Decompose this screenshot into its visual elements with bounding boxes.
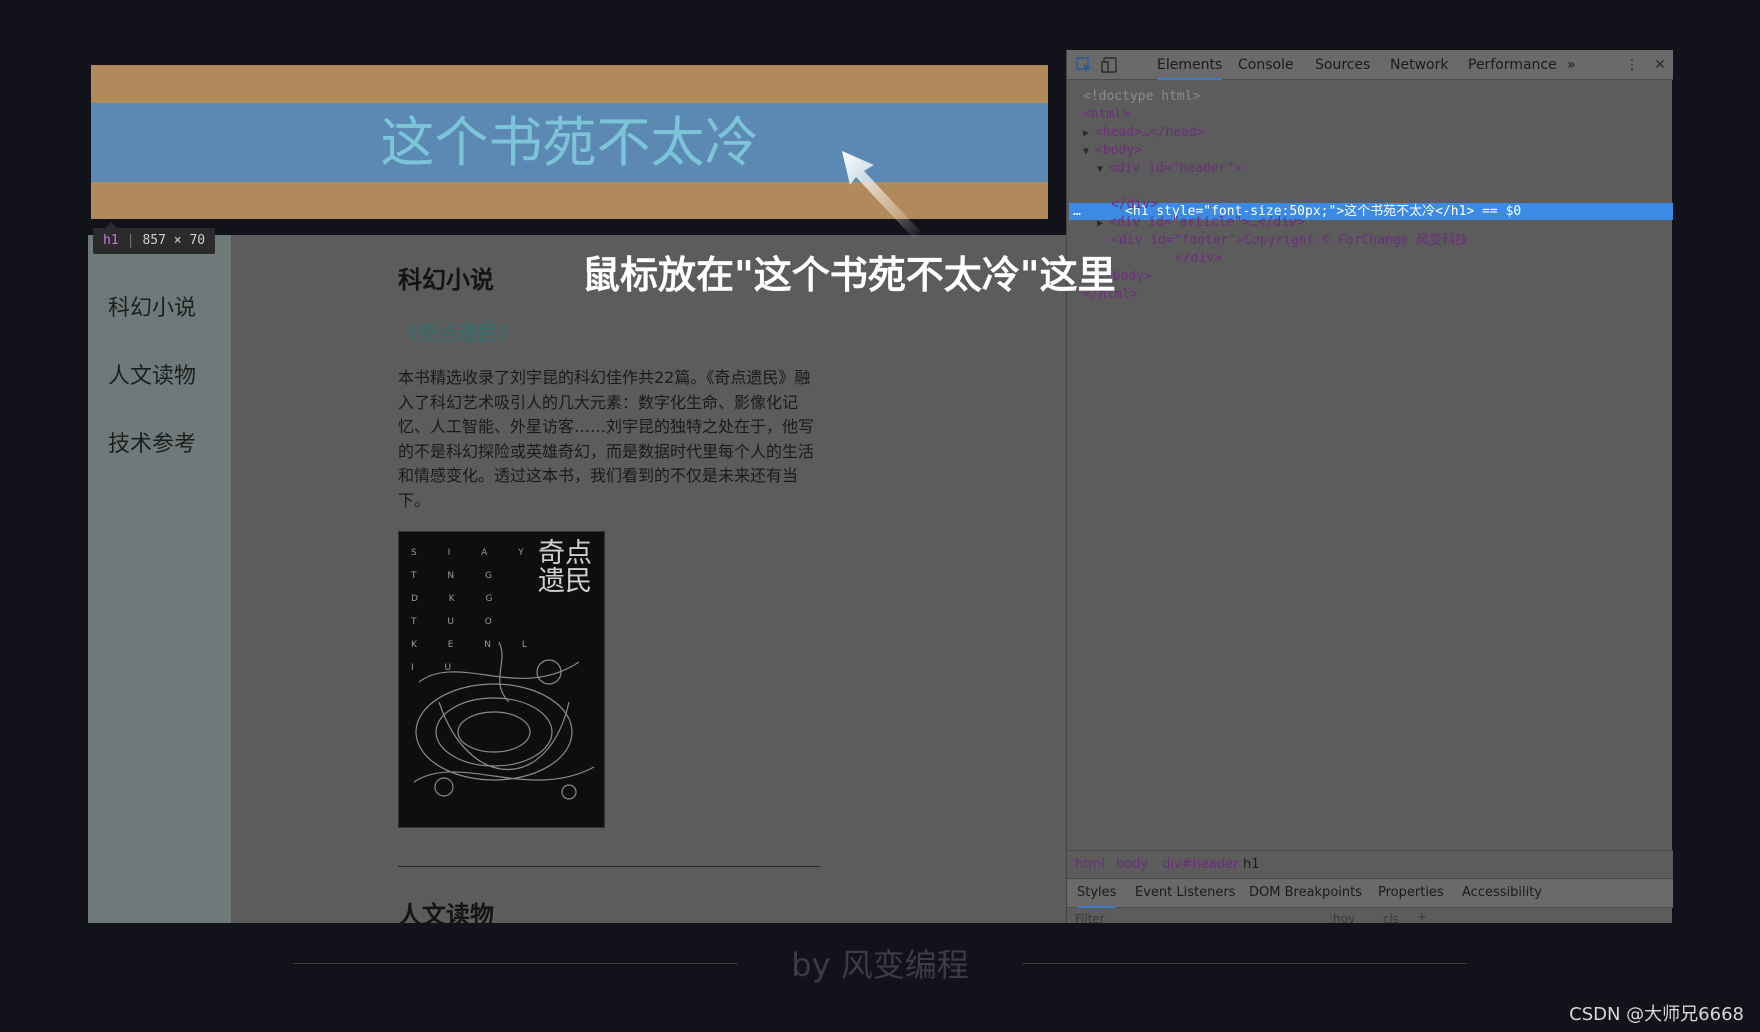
- breadcrumb-h1[interactable]: h1: [1243, 851, 1260, 879]
- element-size-tooltip: h1 | 857 × 70: [93, 222, 216, 254]
- close-icon[interactable]: ✕: [1651, 56, 1669, 74]
- footer-divider-right: [1022, 963, 1467, 964]
- breadcrumb-body[interactable]: body: [1116, 851, 1148, 879]
- watermark: CSDN @大师兄6668: [1569, 1004, 1744, 1025]
- subtab-properties[interactable]: Properties: [1378, 879, 1444, 907]
- dom-line-footer[interactable]: <div id="footer">Copyright © ForChange 风…: [1111, 232, 1468, 250]
- add-rule-button[interactable]: +: [1417, 910, 1427, 924]
- dom-line-head[interactable]: ▶ <head>…</head>: [1083, 124, 1205, 142]
- breadcrumb-html[interactable]: html: [1075, 851, 1105, 879]
- section-title-2: 人文读物: [398, 901, 494, 923]
- article-content: 科幻小说 《奇点遗民》 本书精选收录了刘宇昆的科幻佳作共22篇。《奇点遗民》融入…: [398, 260, 820, 923]
- tab-network[interactable]: Network: [1390, 50, 1448, 80]
- breadcrumb: html body div#header h1: [1067, 850, 1673, 878]
- more-tabs-icon[interactable]: »: [1567, 50, 1576, 80]
- cover-artwork: [413, 641, 595, 800]
- dom-line-body[interactable]: ▼ <body>: [1083, 142, 1142, 160]
- dom-line-doctype[interactable]: <!doctype html>: [1083, 88, 1200, 106]
- expand-triangle-icon[interactable]: ▶: [1083, 128, 1095, 139]
- tab-elements[interactable]: Elements: [1157, 50, 1223, 80]
- tooltip-tag: h1: [103, 233, 119, 248]
- tooltip-size: 857 × 70: [142, 233, 206, 248]
- tab-console[interactable]: Console: [1238, 50, 1294, 80]
- nav-item-tech[interactable]: 技术参考: [108, 426, 196, 458]
- styles-filter-bar: Filter :hov .cls +: [1067, 908, 1673, 928]
- subtab-event-listeners[interactable]: Event Listeners: [1135, 879, 1235, 907]
- more-dots-icon[interactable]: …: [1073, 203, 1081, 220]
- annotation-text: 鼠标放在"这个书苑不太冷"这里: [582, 253, 1116, 297]
- dom-line-header-close[interactable]: </div>: [1111, 196, 1158, 214]
- nav-item-scifi[interactable]: 科幻小说: [108, 290, 196, 322]
- dom-line-html[interactable]: <html>: [1083, 106, 1130, 124]
- tooltip-separator: |: [126, 233, 135, 248]
- tab-sources[interactable]: Sources: [1315, 50, 1370, 80]
- book-cover-image: S I A Y T N G D K G T U O K E N L I U 奇点…: [398, 531, 605, 828]
- device-toolbar-icon[interactable]: [1101, 56, 1119, 74]
- subtab-dom-breakpoints[interactable]: DOM Breakpoints: [1249, 879, 1362, 907]
- devtools-toolbar: Elements Console Sources Network Perform…: [1067, 50, 1673, 80]
- cls-button[interactable]: .cls: [1379, 912, 1399, 926]
- filter-input[interactable]: Filter: [1075, 912, 1105, 926]
- collapse-triangle-icon[interactable]: ▼: [1097, 164, 1109, 175]
- nav-item-humanities[interactable]: 人文读物: [108, 358, 196, 390]
- collapse-triangle-icon[interactable]: ▼: [1083, 146, 1095, 157]
- book-description: 本书精选收录了刘宇昆的科幻佳作共22篇。《奇点遗民》融入了科幻艺术吸引人的几大元…: [398, 368, 815, 510]
- footer-brand: by 风变编程: [791, 946, 969, 984]
- inspect-element-icon[interactable]: [1075, 56, 1093, 74]
- subtab-accessibility[interactable]: Accessibility: [1462, 879, 1542, 907]
- tab-performance[interactable]: Performance: [1468, 50, 1557, 80]
- book-link[interactable]: 《奇点遗民》: [398, 317, 818, 346]
- breadcrumb-div-header[interactable]: div#header: [1162, 851, 1238, 879]
- section-divider: [398, 866, 820, 867]
- kebab-menu-icon[interactable]: ⋮: [1623, 56, 1641, 74]
- pointer-arrow-icon: [842, 151, 922, 239]
- devtools-panel: Elements Console Sources Network Perform…: [1066, 50, 1673, 926]
- dom-line-article[interactable]: ▶ <div id="article">…</div>: [1097, 214, 1305, 232]
- hov-button[interactable]: :hov: [1329, 912, 1355, 926]
- styles-subtabs: Styles Event Listeners DOM Breakpoints P…: [1067, 878, 1673, 908]
- expand-triangle-icon[interactable]: ▶: [1097, 218, 1109, 229]
- dom-line-header[interactable]: ▼ <div id="header">: [1097, 160, 1242, 178]
- subtab-styles[interactable]: Styles: [1077, 879, 1117, 908]
- dom-line-footer-close[interactable]: </div>: [1175, 250, 1222, 268]
